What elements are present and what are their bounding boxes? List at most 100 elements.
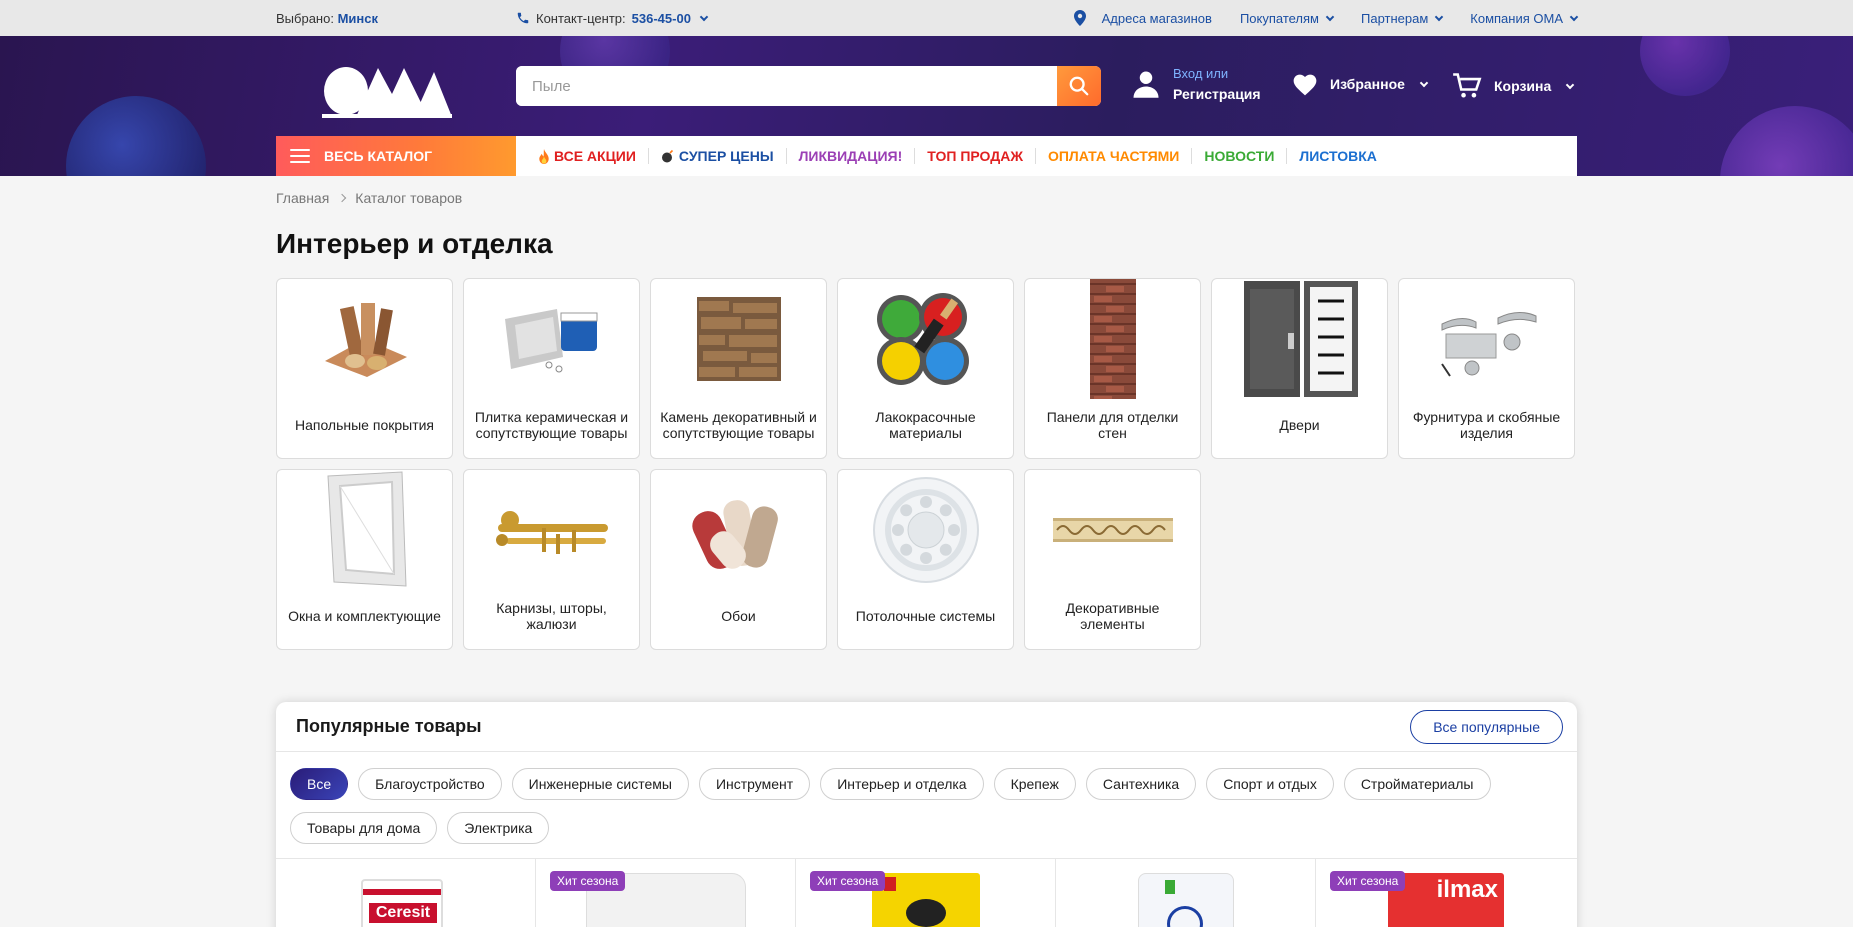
- cart-menu[interactable]: Корзина: [1452, 72, 1575, 100]
- filter-chip[interactable]: Интерьер и отделка: [820, 768, 984, 800]
- top-bar: Выбрано: Минск Контакт-центр: 536-45-00 …: [0, 0, 1853, 36]
- category-label: Панели для отделки стен: [1046, 408, 1179, 441]
- category-label: Декоративные элементы: [1065, 599, 1160, 632]
- category-label: Окна и комплектующие: [288, 607, 441, 624]
- nav-link-label: ЛИСТОВКА: [1299, 148, 1377, 164]
- category-card[interactable]: Фурнитура и скобяные изделия: [1398, 278, 1575, 459]
- nav-link-5[interactable]: ОПЛАТА ЧАСТЯМИ: [1034, 148, 1191, 164]
- login-link[interactable]: Вход или: [1173, 64, 1261, 84]
- category-label: Фурнитура и скобяные изделия: [1412, 408, 1561, 441]
- login-register[interactable]: Вход или Регистрация: [1131, 64, 1261, 104]
- all-catalog-button[interactable]: ВЕСЬ КАТАЛОГ: [276, 136, 516, 176]
- all-popular-button[interactable]: Все популярные: [1410, 709, 1563, 744]
- category-card[interactable]: Карнизы, шторы, жалюзи: [463, 469, 640, 650]
- bomb-icon: [661, 149, 675, 163]
- product-card[interactable]: [1056, 859, 1316, 927]
- product-card[interactable]: Хит сезона ilmax: [1316, 859, 1576, 927]
- hit-badge: Хит сезона: [550, 871, 626, 891]
- chevron-right-icon: [338, 193, 347, 203]
- category-label: Обои: [721, 607, 756, 624]
- category-card[interactable]: Панели для отделки стен: [1024, 278, 1201, 459]
- category-card[interactable]: Декоративные элементы: [1024, 469, 1201, 650]
- nav-link-label: ТОП ПРОДАЖ: [927, 148, 1023, 164]
- category-image: [1025, 279, 1200, 399]
- partners-menu[interactable]: Партнерам: [1361, 10, 1444, 26]
- category-card[interactable]: Лакокрасочные материалы: [837, 278, 1014, 459]
- chevron-down-icon: [1325, 12, 1335, 21]
- category-grid: Напольные покрытия Плитка керамическая и …: [276, 278, 1577, 650]
- filter-chip[interactable]: Инструмент: [698, 768, 811, 800]
- city-prefix: Выбрано:: [276, 10, 334, 26]
- category-card[interactable]: Двери: [1211, 278, 1388, 459]
- category-image: [1399, 279, 1574, 399]
- category-card[interactable]: Камень декоративный и сопутствующие това…: [650, 278, 827, 459]
- nav-link-label: СУПЕР ЦЕНЫ: [678, 148, 774, 164]
- category-label: Напольные покрытия: [294, 416, 435, 433]
- filter-chip[interactable]: Спорт и отдых: [1206, 768, 1334, 800]
- menu-icon: [290, 149, 310, 163]
- product-card[interactable]: Хит сезона: [536, 859, 796, 927]
- nav-link-label: ОПЛАТА ЧАСТЯМИ: [1047, 148, 1180, 164]
- all-catalog-label: ВЕСЬ КАТАЛОГ: [324, 148, 433, 164]
- chevron-down-icon: [699, 12, 709, 21]
- nav-link-4[interactable]: ТОП ПРОДАЖ: [914, 148, 1035, 164]
- contact-number[interactable]: 536-45-00: [632, 11, 691, 26]
- filter-chip[interactable]: Сантехника: [1085, 768, 1197, 800]
- decor-bubble: [66, 96, 206, 176]
- filter-chip[interactable]: Все: [290, 768, 349, 800]
- heart-icon: [1293, 74, 1317, 96]
- decor-bubble: [1720, 106, 1853, 176]
- favorites-menu[interactable]: Избранное: [1292, 72, 1429, 96]
- breadcrumb-home[interactable]: Главная: [276, 190, 329, 206]
- contact-center[interactable]: Контакт-центр: 536-45-00: [516, 11, 709, 26]
- decor-bubble: [1640, 36, 1730, 96]
- buyers-menu[interactable]: Покупателям: [1240, 11, 1335, 26]
- category-card[interactable]: Напольные покрытия: [276, 278, 453, 459]
- search-icon: [1069, 76, 1089, 96]
- category-card[interactable]: Окна и комплектующие: [276, 469, 453, 650]
- category-card[interactable]: Обои: [650, 469, 827, 650]
- nav-link-1[interactable]: ВСЕ АКЦИИ: [538, 148, 648, 164]
- oma-logo[interactable]: [322, 64, 452, 119]
- company-menu[interactable]: Компания ОМА: [1470, 11, 1579, 26]
- hit-badge: Хит сезона: [1330, 871, 1406, 891]
- filter-chip[interactable]: Крепеж: [993, 768, 1076, 800]
- nav-link-3[interactable]: ЛИКВИДАЦИЯ!: [785, 148, 915, 164]
- phone-icon: [517, 12, 529, 24]
- filter-chip[interactable]: Электрика: [447, 812, 550, 844]
- category-image: [651, 470, 826, 590]
- chevron-down-icon: [1566, 80, 1575, 89]
- filter-chip[interactable]: Инженерные системы: [511, 768, 689, 800]
- nav-link-6[interactable]: НОВОСТИ: [1191, 148, 1286, 164]
- oma-logo-mark: [322, 67, 452, 118]
- product-card[interactable]: Ceresit: [276, 859, 536, 927]
- page-title: Интерьер и отделка: [276, 228, 553, 259]
- category-image: [1212, 279, 1387, 399]
- category-card[interactable]: Потолочные системы: [837, 469, 1014, 650]
- promo-links: ВСЕ АКЦИИ СУПЕР ЦЕНЫ ЛИКВИДАЦИЯ! ТОП ПРОДАЖ…: [516, 136, 1389, 176]
- filter-chip[interactable]: Благоустройство: [358, 768, 502, 800]
- city-name[interactable]: Минск: [338, 11, 378, 26]
- product-card[interactable]: Хит сезона: [796, 859, 1056, 927]
- category-image: [1025, 470, 1200, 590]
- category-image: [277, 470, 452, 590]
- hit-badge: Хит сезона: [810, 871, 886, 891]
- selected-city[interactable]: Выбрано: Минск: [276, 11, 378, 26]
- category-label: Двери: [1279, 416, 1320, 433]
- nav-link-7[interactable]: ЛИСТОВКА: [1286, 148, 1389, 164]
- product-row: Ceresit Хит сезона Хит сезона Хит сезона…: [276, 859, 1577, 927]
- store-addresses-link[interactable]: Адреса магазинов: [1073, 10, 1212, 26]
- breadcrumb-catalog[interactable]: Каталог товаров: [355, 190, 462, 206]
- filter-chip[interactable]: Товары для дома: [290, 812, 438, 844]
- category-card[interactable]: Плитка керамическая и сопутствующие това…: [463, 278, 640, 459]
- nav-link-2[interactable]: СУПЕР ЦЕНЫ: [647, 148, 786, 164]
- filter-chip[interactable]: Стройматериалы: [1343, 768, 1491, 800]
- search-button[interactable]: [1057, 66, 1101, 106]
- category-image: [464, 470, 639, 590]
- partners-label: Партнерам: [1361, 10, 1429, 26]
- store-addresses-label: Адреса магазинов: [1101, 10, 1212, 26]
- register-link[interactable]: Регистрация: [1173, 84, 1261, 104]
- search-bar: [516, 66, 1101, 106]
- search-input[interactable]: [516, 66, 1057, 106]
- category-image: [464, 279, 639, 399]
